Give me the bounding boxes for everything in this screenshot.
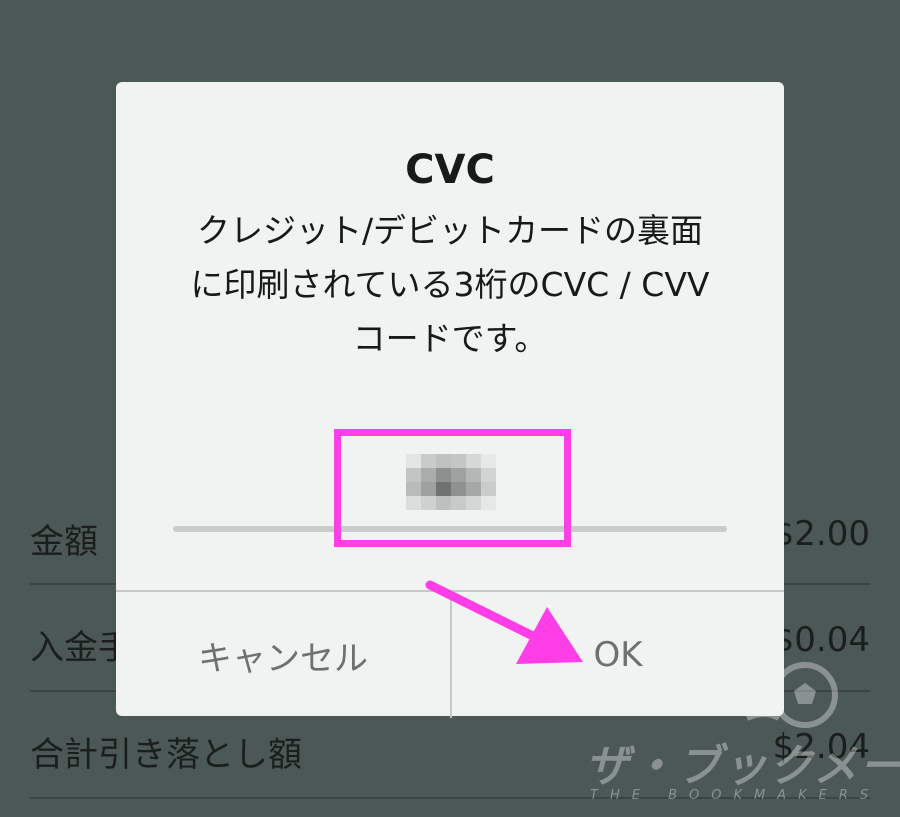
arrow-icon [425,580,583,664]
